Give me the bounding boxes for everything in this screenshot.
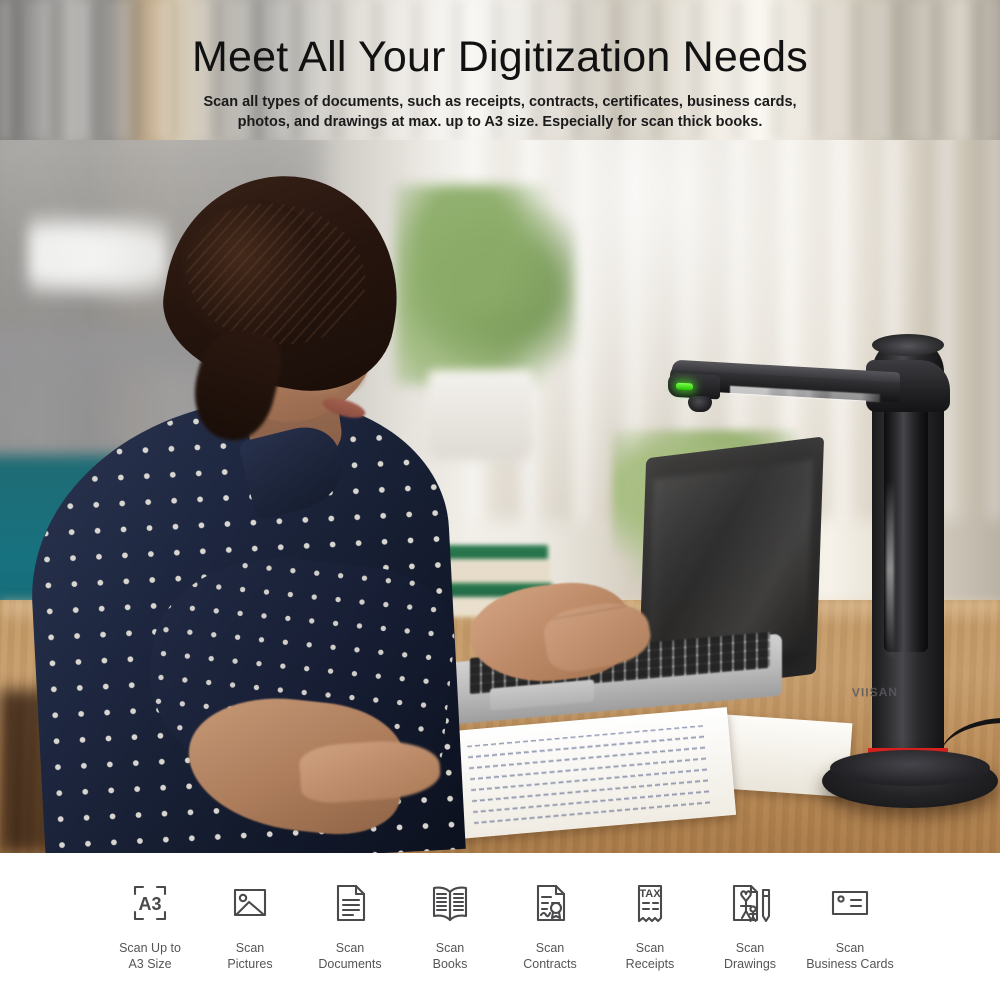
feature-scan-drawings: Scan Drawings [700,875,800,972]
feature-label: Scan Documents [318,941,382,971]
svg-text:A3: A3 [138,894,161,914]
feature-label: Scan Contracts [523,941,577,971]
feature-label: Scan Pictures [227,941,273,971]
feature-scan-books: Scan Books [400,875,500,972]
feature-scan-business-cards: Scan Business Cards [800,875,900,972]
drawing-pencil-icon [722,875,778,931]
feature-label: Scan Up to A3 Size [119,941,181,971]
brand-logo: VIISAN [851,684,899,700]
a3-frame-icon: A3 [122,875,178,931]
feature-scan-pictures: Scan Pictures [200,875,300,972]
document-icon [322,875,378,931]
feature-scan-a3: A3 Scan Up to A3 Size [100,875,200,972]
open-book-icon [422,875,478,931]
status-led-indicator [676,382,693,391]
scanner-base-top [830,750,990,786]
business-card-icon [822,875,878,931]
page-subtitle: Scan all types of documents, such as rec… [203,94,797,130]
svg-text:TAX: TAX [639,888,661,900]
product-banner: VIISAN Meet All Your Digitization Needs … [0,0,1000,1000]
feature-scan-contracts: Scan Contracts [500,875,600,972]
scanner-column-highlight [886,480,894,660]
camera-lens [688,396,712,412]
feature-label: Scan Business Cards [806,941,894,971]
feature-label: Scan Drawings [723,941,777,971]
scanner-column-cap [872,334,944,356]
feature-scan-documents: Scan Documents [300,875,400,972]
usb-cable [940,718,1000,757]
contract-seal-icon [522,875,578,931]
feature-label: Scan Books [432,941,468,971]
page-title: Meet All Your Digitization Needs [192,33,808,81]
header-band: Meet All Your Digitization Needs Scan al… [0,0,1000,140]
feature-label: Scan Receipts [625,941,675,971]
document-scanner: VIISAN [640,330,1000,810]
feature-scan-receipts: TAX Scan Receipts [600,875,700,972]
tax-receipt-icon: TAX [622,875,678,931]
picture-icon [222,875,278,931]
feature-icon-strip: A3 Scan Up to A3 Size Scan Pictures Scan… [0,853,1000,1000]
